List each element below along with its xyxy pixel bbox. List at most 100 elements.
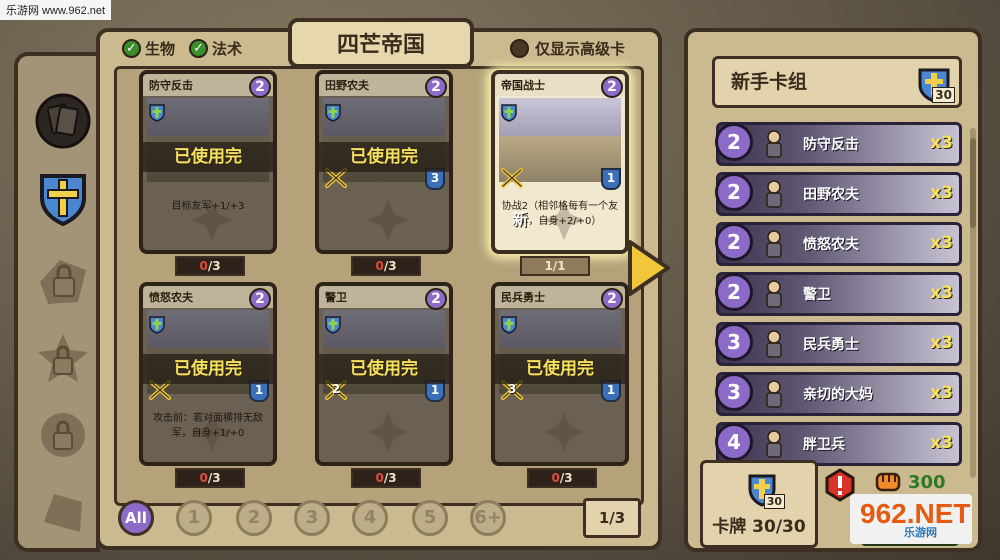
deck-list[interactable]: 2 防守反击 x3 2 田野农夫 x3 2 愤怒农夫 x3 2 警卫 x3 3 … [712, 116, 968, 478]
cost-filter-6[interactable]: 6+ [470, 500, 506, 536]
deck-entry[interactable]: 3 亲切的大妈 x3 [715, 372, 962, 416]
card-count-owned: 0 [551, 471, 560, 485]
cross-shield-icon [501, 316, 517, 334]
collection-card[interactable]: 防守反击 2 目标友军+1/+3 已使用完 [139, 70, 277, 254]
filter-spell-label: 法术 [212, 40, 243, 58]
filter-creature-label: 生物 [145, 40, 176, 58]
card-cost: 2 [601, 76, 623, 98]
card-cost: 2 [425, 76, 447, 98]
cost-filter-3[interactable]: 3 [294, 500, 330, 536]
deck-entry-name: 亲切的大妈 [803, 387, 873, 403]
cross-shield-icon [501, 104, 517, 122]
check-icon: ✓ [189, 39, 209, 58]
card-count-owned: 1/1 [544, 259, 566, 273]
card-description: 目标友军+1/+3 [171, 201, 245, 212]
collection-card[interactable]: 田野农夫 2 3 已使用完 [315, 70, 453, 254]
advanced-only-toggle[interactable]: 仅显示高级卡 [510, 38, 625, 59]
deck-panel: 新手卡组 30 2 防守反击 x3 2 田野农夫 x3 2 愤怒农夫 x3 2 … [684, 28, 982, 552]
cost-filter-4[interactable]: 4 [352, 500, 388, 536]
next-page-arrow-icon[interactable] [626, 238, 672, 298]
card-count-owned: 0 [199, 259, 208, 273]
deck-entry[interactable]: 2 防守反击 x3 [715, 122, 962, 166]
deck-entry-name: 警卫 [803, 287, 831, 303]
deck-entry[interactable]: 2 田野农夫 x3 [715, 172, 962, 216]
card-count-label: 卡牌 30/30 [712, 517, 806, 537]
used-up-overlay: 已使用完 [319, 142, 449, 172]
deck-entry-qty: x3 [930, 383, 953, 403]
card-count-shield-num: 30 [763, 494, 785, 509]
crossed-swords-icon [501, 168, 523, 188]
cross-shield-icon [40, 174, 86, 226]
gold-display: 300 [874, 470, 946, 494]
deck-scroll-thumb[interactable] [970, 138, 976, 228]
deck-entry[interactable]: 2 愤怒农夫 x3 [715, 222, 962, 266]
card-attack: 2 [332, 382, 341, 396]
filter-spell[interactable]: ✓ 法术 [189, 38, 242, 59]
deck-entry-qty: x3 [930, 133, 953, 153]
check-icon: ✓ [122, 39, 141, 58]
card-count: 1/1 [520, 256, 590, 276]
deck-entry-name: 胖卫兵 [803, 437, 845, 453]
faction-tab-four-star-empire[interactable] [34, 168, 92, 226]
card-attack: 3 [508, 382, 517, 396]
deck-name-text: 新手卡组 [731, 71, 808, 93]
deck-entry[interactable]: 2 警卫 x3 [715, 272, 962, 316]
lock-icon [44, 494, 82, 532]
logo-sub-text: 乐游网 [904, 526, 937, 539]
card-count: 0/3 [351, 256, 421, 276]
site-logo: 962.NET 乐游网 [850, 494, 972, 544]
card-count-total: /3 [207, 471, 221, 485]
collection-card[interactable]: 民兵勇士 2 31 已使用完 [491, 282, 629, 466]
faction-sidebar [14, 52, 100, 552]
cost-filter-1[interactable]: 1 [176, 500, 212, 536]
cross-shield-icon [149, 316, 165, 334]
deck-scrollbar[interactable] [970, 128, 976, 478]
new-badge: 新 [512, 210, 529, 229]
card-count-owned: 0 [375, 471, 384, 485]
deck-entry-cost: 2 [715, 273, 753, 311]
card-count-owned: 0 [375, 259, 384, 273]
faction-tab-all[interactable] [34, 92, 92, 150]
cost-filter-all[interactable]: All [118, 500, 154, 536]
card-count-total: /3 [207, 259, 221, 273]
type-filters: ✓ 生物 ✓ 法术 [122, 38, 242, 59]
collection-card[interactable]: 愤怒农夫 2 1 攻击前：若对面横排无敌军，自身+1/+0 已使用完 [139, 282, 277, 466]
deck-entry[interactable]: 3 民兵勇士 x3 [715, 322, 962, 366]
unit-portrait-icon [766, 130, 782, 158]
deck-entry-cost: 2 [715, 123, 753, 161]
cost-filter-5[interactable]: 5 [412, 500, 448, 536]
card-count: 0/3 [527, 468, 597, 488]
card-stack-icon [35, 93, 91, 149]
deck-entry-cost: 2 [715, 173, 753, 211]
cross-emblem-icon [368, 200, 408, 240]
unit-portrait-icon [766, 230, 782, 258]
card-count: 0/3 [351, 468, 421, 488]
card-cost: 2 [425, 288, 447, 310]
radio-icon [510, 39, 529, 58]
unit-portrait-icon [766, 380, 782, 408]
deck-entry-cost: 2 [715, 223, 753, 261]
faction-tab-locked-3[interactable] [34, 406, 92, 464]
used-up-overlay: 已使用完 [495, 354, 625, 384]
filter-creature[interactable]: ✓ 生物 [122, 38, 175, 59]
cross-shield-icon [325, 104, 341, 122]
faction-tab-locked-1[interactable] [34, 252, 92, 310]
card-count: 0/3 [175, 468, 245, 488]
cross-shield-icon [325, 316, 341, 334]
card-cost: 2 [249, 288, 271, 310]
collection-card[interactable]: 警卫 2 21 已使用完 [315, 282, 453, 466]
cost-filter-2[interactable]: 2 [236, 500, 272, 536]
card-count: 0/3 [175, 256, 245, 276]
faction-tab-locked-4[interactable] [34, 482, 92, 540]
deck-entry-cost: 4 [715, 423, 753, 461]
deck-name-field[interactable]: 新手卡组 30 [712, 56, 962, 108]
lock-icon [40, 260, 86, 304]
card-cost: 2 [601, 288, 623, 310]
faction-tab-locked-2[interactable] [34, 330, 92, 388]
deck-entry-qty: x3 [930, 433, 953, 453]
used-up-overlay: 已使用完 [143, 354, 273, 384]
lock-icon [41, 413, 85, 457]
deck-entry-name: 田野农夫 [803, 187, 859, 203]
card-count-owned: 0 [199, 471, 208, 485]
deck-entry-cost: 3 [715, 323, 753, 361]
